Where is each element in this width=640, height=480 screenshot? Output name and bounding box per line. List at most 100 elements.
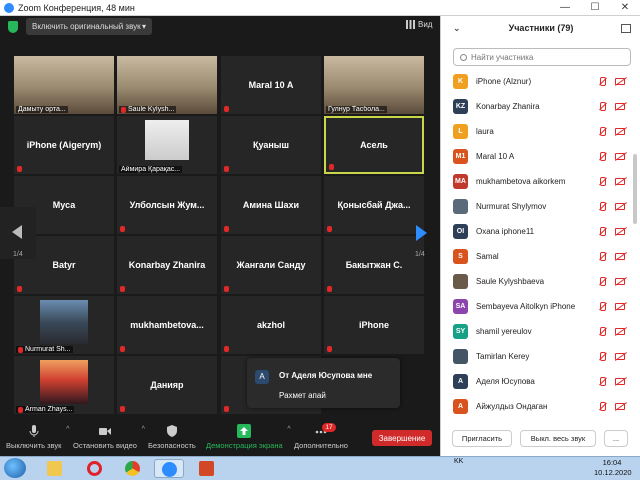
participant-row[interactable]: Llaura (441, 122, 633, 141)
maximize-button[interactable]: ☐ (580, 2, 610, 13)
participant-row[interactable]: OI Oxana iphone11 (441, 222, 633, 241)
taskbar-chrome[interactable] (118, 459, 148, 478)
taskbar-clock[interactable]: 16:04 10.12.2020 (594, 458, 632, 478)
more-button[interactable]: Дополнительно (294, 424, 348, 450)
video-tile[interactable]: Амина Шахи (221, 176, 321, 234)
video-off-icon[interactable] (615, 378, 625, 385)
muted-mic-icon[interactable] (598, 252, 607, 261)
view-button[interactable]: Вид (406, 20, 432, 29)
encryption-shield-icon[interactable] (8, 21, 18, 33)
participant-search-input[interactable] (471, 52, 621, 62)
muted-mic-icon[interactable] (598, 177, 607, 186)
video-off-icon[interactable] (615, 103, 625, 110)
chat-avatar: A (255, 370, 269, 384)
video-tile[interactable]: Konarbay Zhanira (117, 236, 217, 294)
video-tile[interactable]: mukhambetova... (117, 296, 217, 354)
muted-mic-icon[interactable] (598, 402, 607, 411)
taskbar-opera[interactable] (80, 459, 110, 478)
taskbar-explorer[interactable] (40, 459, 70, 478)
tile-name: Қонысбай Джа... (337, 200, 411, 210)
participant-row[interactable]: SA Sembayeva Aitolkyn iPhone (441, 297, 633, 316)
close-button[interactable]: ✕ (610, 2, 640, 13)
video-tile[interactable]: Дамыту орта... (14, 56, 114, 114)
chat-notification[interactable]: A От Аделя Юсупова мне Рахмет апай (247, 358, 400, 408)
video-tile[interactable]: Данияр (117, 356, 217, 414)
security-button[interactable]: Безопасность (148, 424, 196, 450)
video-tile[interactable]: Аймира Қарақас... (117, 116, 217, 174)
video-tile[interactable]: Асель (324, 116, 424, 174)
mute-button[interactable]: Выключить звук ^ (6, 424, 69, 450)
participant-row[interactable]: KiPhone (Alznur) (441, 72, 633, 91)
video-tile[interactable]: iPhone (324, 296, 424, 354)
video-tile[interactable]: Қуаныш (221, 116, 321, 174)
participant-row[interactable]: M1 Maral 10 A (441, 147, 633, 166)
video-off-icon[interactable] (615, 78, 625, 85)
share-screen-button[interactable]: Демонстрация экрана ^ (206, 424, 291, 450)
collapse-chevron-icon[interactable]: ⌄ (453, 23, 461, 34)
taskbar-powerpoint[interactable] (192, 459, 222, 478)
caret-up-icon[interactable]: ^ (142, 426, 145, 433)
participant-scrollbar[interactable] (632, 72, 638, 452)
caret-up-icon[interactable]: ^ (287, 426, 290, 433)
muted-mic-icon[interactable] (598, 277, 607, 286)
chevron-down-icon[interactable]: ▾ (142, 22, 146, 31)
muted-mic-icon[interactable] (598, 227, 607, 236)
participant-row[interactable]: A Аделя Юсупова (441, 372, 633, 391)
video-tile[interactable]: iPhone (Aigerym) (14, 116, 114, 174)
tile-name: Қуаныш (252, 140, 289, 150)
end-meeting-button[interactable]: Завершение (372, 430, 432, 446)
video-tile[interactable]: Бакытжан С. (324, 236, 424, 294)
muted-mic-icon[interactable] (598, 127, 607, 136)
mute-all-button[interactable]: Выкл. весь звук (520, 430, 596, 447)
muted-mic-icon[interactable] (598, 377, 607, 386)
video-off-icon[interactable] (615, 203, 625, 210)
video-tile[interactable]: Saule Kylysh... (117, 56, 217, 114)
video-tile[interactable]: Гулнур Тасбола... (324, 56, 424, 114)
start-button-icon[interactable] (4, 458, 26, 478)
participant-row[interactable]: MA mukhambetova aikorkem (441, 172, 633, 191)
muted-mic-icon[interactable] (598, 102, 607, 111)
muted-mic-icon[interactable] (598, 202, 607, 211)
tile-name: iPhone (Aigerym) (26, 140, 102, 150)
popout-icon[interactable] (621, 23, 631, 33)
participant-row[interactable]: S Samal (441, 247, 633, 266)
video-off-icon[interactable] (615, 278, 625, 285)
video-off-icon[interactable] (615, 153, 625, 160)
video-off-icon[interactable] (615, 228, 625, 235)
caret-up-icon[interactable]: ^ (66, 426, 69, 433)
video-off-icon[interactable] (615, 178, 625, 185)
participant-row[interactable]: Tamirlan Kerey (441, 347, 633, 366)
participant-row[interactable]: KZ Konarbay Zhanira (441, 97, 633, 116)
original-sound-button[interactable]: Включить оригинальный звук ▾ (26, 18, 152, 35)
video-tile[interactable]: akzhol (221, 296, 321, 354)
muted-mic-icon[interactable] (598, 77, 607, 86)
participant-row[interactable]: A Айжулдыз Ондаган (441, 397, 633, 416)
participant-search[interactable] (453, 48, 631, 66)
video-tile[interactable]: Жангали Санду (221, 236, 321, 294)
minimize-button[interactable]: — (550, 2, 580, 13)
video-off-icon[interactable] (615, 128, 625, 135)
video-off-icon[interactable] (615, 353, 625, 360)
video-off-icon[interactable] (615, 328, 625, 335)
language-indicator[interactable]: KK (454, 458, 463, 465)
muted-mic-icon[interactable] (598, 352, 607, 361)
participant-row[interactable]: Nurmurat Shylymov (441, 197, 633, 216)
video-tile[interactable]: Maral 10 A (221, 56, 321, 114)
participants-more-button[interactable]: ... (604, 430, 628, 447)
video-tile[interactable]: Қонысбай Джа... (324, 176, 424, 234)
video-tile[interactable]: Nurmurat Sh... (14, 296, 114, 354)
stop-video-button[interactable]: Остановить видео ^ (73, 424, 145, 450)
muted-mic-icon[interactable] (598, 302, 607, 311)
participant-row[interactable]: SY shamil yereulov (441, 322, 633, 341)
taskbar-zoom[interactable] (154, 459, 184, 478)
invite-button[interactable]: Пригласить (452, 430, 512, 447)
muted-mic-icon[interactable] (598, 152, 607, 161)
video-tile[interactable]: Улболсын Жум... (117, 176, 217, 234)
video-off-icon[interactable] (615, 253, 625, 260)
muted-mic-icon[interactable] (598, 327, 607, 336)
video-tile[interactable]: Arman Zhays... (14, 356, 114, 414)
participant-row[interactable]: Saule Kylyshbaeva (441, 272, 633, 291)
video-off-icon[interactable] (615, 403, 625, 410)
video-off-icon[interactable] (615, 303, 625, 310)
scrollbar-thumb[interactable] (633, 154, 637, 224)
